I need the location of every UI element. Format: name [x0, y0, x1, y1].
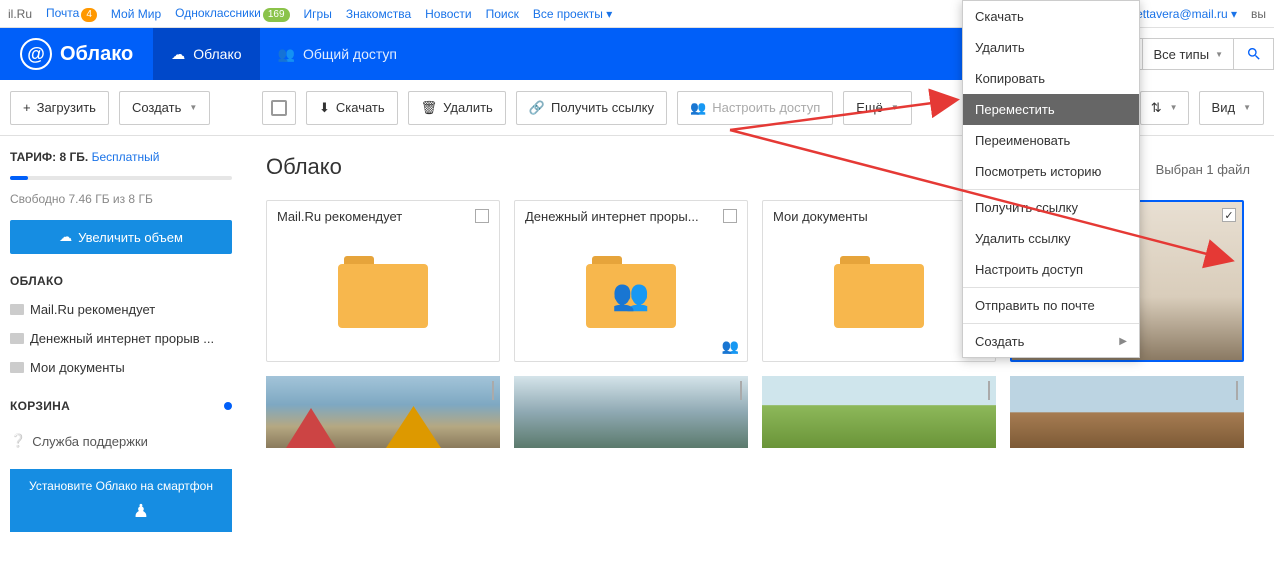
ctx-copy[interactable]: Копировать	[963, 63, 1139, 94]
tariff-plan-link[interactable]: Бесплатный	[92, 150, 160, 164]
android-icon: ♟	[133, 501, 149, 522]
photo-card[interactable]	[266, 376, 500, 448]
download-icon: ⬇	[319, 100, 330, 116]
upload-button[interactable]: +Загрузить	[10, 91, 109, 125]
card-checkbox[interactable]	[723, 209, 737, 223]
install-mobile-promo[interactable]: Установите Облако на смартфон ♟	[10, 469, 232, 532]
ctx-remove-link[interactable]: Удалить ссылку	[963, 223, 1139, 254]
tariff-info: ТАРИФ: 8 ГБ. Бесплатный	[10, 150, 232, 164]
delete-button[interactable]: 🗑Удалить	[408, 91, 506, 125]
get-link-button[interactable]: 🔗Получить ссылку	[516, 91, 667, 125]
search-submit-icon[interactable]	[1233, 39, 1273, 69]
sort-button[interactable]: ⇅▼	[1140, 91, 1189, 125]
folder-icon	[10, 304, 24, 315]
ctx-history[interactable]: Посмотреть историю	[963, 156, 1139, 187]
folder-card-docs[interactable]: Мои документы	[762, 200, 996, 362]
cloud-icon: ☁	[59, 229, 72, 245]
topnav-left-cut: il.Ru	[8, 7, 32, 21]
ctx-delete[interactable]: Удалить	[963, 32, 1139, 63]
topnav-ok[interactable]: Одноклассники169	[175, 6, 289, 22]
sidebar-item-recommend[interactable]: Mail.Ru рекомендует	[10, 298, 232, 321]
photo-card[interactable]	[514, 376, 748, 448]
sort-icon: ⇅	[1151, 100, 1162, 116]
tab-shared[interactable]: 👥 Общий доступ	[260, 28, 416, 80]
sidebar: ТАРИФ: 8 ГБ. Бесплатный Свободно 7.46 ГБ…	[0, 136, 242, 577]
storage-progress	[10, 176, 232, 180]
card-checkbox-checked[interactable]	[1222, 208, 1236, 222]
tab-cloud[interactable]: ☁ Облако	[153, 28, 259, 80]
topnav-user-email[interactable]: ettavera@mail.ru ▾	[1136, 7, 1237, 21]
topnav-mail[interactable]: Почта4	[46, 6, 97, 22]
card-checkbox[interactable]	[1236, 381, 1238, 400]
ctx-download[interactable]: Скачать	[963, 1, 1139, 32]
photo-card[interactable]	[1010, 376, 1244, 448]
topnav-mymir[interactable]: Мой Мир	[111, 7, 161, 21]
increase-storage-button[interactable]: ☁Увеличить объем	[10, 220, 232, 254]
card-checkbox[interactable]	[988, 381, 990, 400]
folder-icon: 👥	[586, 256, 676, 328]
select-all-checkbox[interactable]	[262, 91, 296, 125]
selection-count: Выбран 1 файл	[1156, 162, 1250, 177]
ctx-separator	[963, 287, 1139, 288]
context-menu: Скачать Удалить Копировать Переместить П…	[962, 0, 1140, 358]
people-icon: 👥	[278, 46, 295, 63]
ctx-create[interactable]: Создать▶	[963, 326, 1139, 357]
ctx-separator	[963, 323, 1139, 324]
logo[interactable]: @ Облако	[0, 38, 153, 70]
cloud-icon: ☁	[171, 46, 185, 63]
sidebar-cloud-title: ОБЛАКО	[10, 274, 232, 288]
topnav-exit-cut: вы	[1251, 7, 1266, 21]
sidebar-trash-title[interactable]: КОРЗИНА	[10, 399, 232, 413]
sidebar-support-link[interactable]: ❔Служба поддержки	[10, 433, 232, 449]
ctx-get-link[interactable]: Получить ссылку	[963, 192, 1139, 223]
folder-icon	[10, 333, 24, 344]
logo-text: Облако	[60, 43, 133, 66]
card-checkbox[interactable]	[492, 381, 494, 400]
storage-free-text: Свободно 7.46 ГБ из 8 ГБ	[10, 192, 232, 206]
filter-all-types[interactable]: Все типы▼	[1143, 39, 1233, 69]
sidebar-item-docs[interactable]: Мои документы	[10, 356, 232, 379]
card-checkbox[interactable]	[475, 209, 489, 223]
photo-card[interactable]	[762, 376, 996, 448]
ctx-send-mail[interactable]: Отправить по почте	[963, 290, 1139, 321]
trash-indicator-dot	[224, 402, 232, 410]
link-icon: 🔗	[529, 100, 545, 116]
topnav-dating[interactable]: Знакомства	[346, 7, 411, 21]
sidebar-item-money[interactable]: Денежный интернет прорыв ...	[10, 327, 232, 350]
ctx-share-settings[interactable]: Настроить доступ	[963, 254, 1139, 285]
folder-icon	[10, 362, 24, 373]
folder-icon	[338, 256, 428, 328]
chevron-right-icon: ▶	[1119, 336, 1127, 347]
view-button[interactable]: Вид▼	[1199, 91, 1264, 125]
card-checkbox[interactable]	[740, 381, 742, 400]
topnav-allprojects[interactable]: Все проекты ▾	[533, 7, 612, 21]
ctx-move[interactable]: Переместить	[963, 94, 1139, 125]
more-button[interactable]: Ещё▼	[843, 91, 912, 125]
file-grid-row2	[266, 376, 1250, 448]
ctx-rename[interactable]: Переименовать	[963, 125, 1139, 156]
question-icon: ❔	[10, 433, 26, 449]
folder-card-money[interactable]: Денежный интернет проры... 👥 👥	[514, 200, 748, 362]
mailru-at-icon: @	[20, 38, 52, 70]
plus-icon: +	[23, 100, 31, 115]
ctx-separator	[963, 189, 1139, 190]
topnav-games[interactable]: Игры	[304, 7, 332, 21]
trash-icon: 🗑	[421, 100, 438, 116]
people-icon: 👥	[612, 278, 649, 313]
topnav-search[interactable]: Поиск	[486, 7, 519, 21]
download-button[interactable]: ⬇Скачать	[306, 91, 398, 125]
topnav-news[interactable]: Новости	[425, 7, 471, 21]
checkbox-icon	[271, 100, 287, 116]
folder-card-recommend[interactable]: Mail.Ru рекомендует	[266, 200, 500, 362]
folder-icon	[834, 256, 924, 328]
shared-icon: 👥	[722, 338, 739, 355]
share-settings-button[interactable]: 👥Настроить доступ	[677, 91, 833, 125]
people-icon: 👥	[690, 100, 706, 116]
page-title: Облако	[266, 154, 342, 180]
create-button[interactable]: Создать▼	[119, 91, 210, 125]
